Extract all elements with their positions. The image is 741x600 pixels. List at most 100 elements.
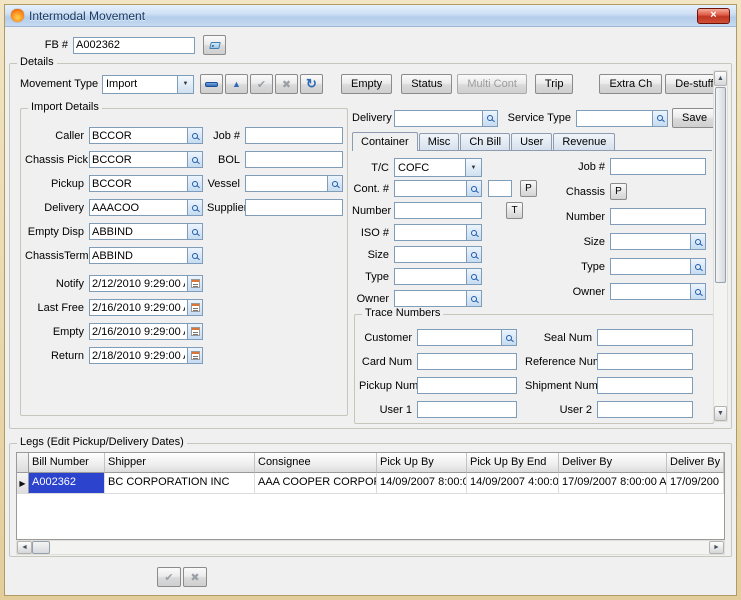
tab-ch-bill[interactable]: Ch Bill — [460, 133, 510, 150]
empty-date-input[interactable] — [90, 324, 187, 339]
vessel-field[interactable] — [245, 175, 343, 192]
chassis-size-input[interactable] — [611, 234, 690, 249]
chassis-pick-field[interactable] — [89, 151, 203, 168]
cont-num-lookup-button[interactable] — [466, 181, 481, 196]
vessel-input[interactable] — [246, 176, 327, 191]
customer-field[interactable] — [417, 329, 517, 346]
owner-field[interactable] — [394, 290, 482, 307]
scroll-thumb[interactable] — [715, 87, 726, 283]
seal-num-input[interactable] — [597, 329, 693, 346]
tab-user[interactable]: User — [511, 133, 552, 150]
cell-pick-up-by-end[interactable]: 14/09/2007 4:00:0 — [467, 473, 559, 494]
pickup-input[interactable] — [90, 176, 187, 191]
pickup-num-input[interactable] — [417, 377, 517, 394]
table-row[interactable]: A002362 BC CORPORATION INC AAA COOPER CO… — [17, 473, 724, 494]
iso-lookup-button[interactable] — [466, 225, 481, 240]
col-deliver-by[interactable]: Deliver By — [559, 453, 667, 473]
tab-misc[interactable]: Misc — [419, 133, 460, 150]
cont-t-button[interactable]: T — [506, 202, 523, 219]
legs-confirm-button[interactable] — [157, 567, 181, 587]
pickup-lookup-button[interactable] — [187, 176, 202, 191]
panel-delivery-field[interactable] — [394, 110, 498, 127]
owner-input[interactable] — [395, 291, 466, 306]
type-lookup-button[interactable] — [466, 269, 481, 284]
type-input[interactable] — [395, 269, 466, 284]
iso-input[interactable] — [395, 225, 466, 240]
scroll-up-button[interactable] — [714, 71, 727, 86]
service-type-input[interactable] — [577, 111, 652, 126]
return-date-button[interactable] — [187, 348, 202, 363]
caller-field[interactable] — [89, 127, 203, 144]
empty-disp-input[interactable] — [90, 224, 187, 239]
col-pick-up-by-end[interactable]: Pick Up By End — [467, 453, 559, 473]
title-bar[interactable]: Intermodal Movement — [5, 5, 736, 27]
chassis-pick-input[interactable] — [90, 152, 187, 167]
chassis-term-lookup-button[interactable] — [187, 248, 202, 263]
reference-num-input[interactable] — [597, 353, 693, 370]
scroll-left-button[interactable] — [17, 541, 32, 554]
tc-select[interactable]: COFC — [394, 158, 482, 177]
chassis-owner-lookup-button[interactable] — [690, 284, 705, 299]
customer-input[interactable] — [418, 330, 501, 345]
chassis-term-input[interactable] — [90, 248, 187, 263]
scroll-right-button[interactable] — [709, 541, 724, 554]
caller-lookup-button[interactable] — [187, 128, 202, 143]
bol-input[interactable] — [245, 151, 343, 168]
chassis-term-field[interactable] — [89, 247, 203, 264]
refresh-button[interactable] — [300, 74, 323, 94]
shipment-num-input[interactable] — [597, 377, 693, 394]
chassis-number-input[interactable] — [610, 208, 706, 225]
empty-disp-field[interactable] — [89, 223, 203, 240]
customer-lookup-button[interactable] — [501, 330, 516, 345]
last-free-field[interactable] — [89, 299, 203, 316]
scroll-thumb[interactable] — [32, 541, 50, 554]
type-field[interactable] — [394, 268, 482, 285]
tab-revenue[interactable]: Revenue — [553, 133, 615, 150]
delivery-field[interactable] — [89, 199, 203, 216]
size-lookup-button[interactable] — [466, 247, 481, 262]
cell-pick-up-by[interactable]: 14/09/2007 8:00:0 — [377, 473, 467, 494]
return-field[interactable] — [89, 347, 203, 364]
cont-check-digit-input[interactable] — [488, 180, 512, 197]
scroll-down-button[interactable] — [714, 406, 727, 421]
details-vertical-scrollbar[interactable] — [713, 70, 728, 422]
cell-shipper[interactable]: BC CORPORATION INC — [105, 473, 255, 494]
fb-input[interactable] — [74, 38, 194, 53]
col-bill-number[interactable]: Bill Number — [29, 453, 105, 473]
empty-disp-lookup-button[interactable] — [187, 224, 202, 239]
col-shipper[interactable]: Shipper — [105, 453, 255, 473]
legs-horizontal-scrollbar[interactable] — [16, 540, 725, 555]
panel-delivery-lookup-button[interactable] — [482, 111, 497, 126]
chevron-down-icon[interactable] — [465, 159, 481, 176]
delivery-input[interactable] — [90, 200, 187, 215]
job-input[interactable] — [245, 127, 343, 144]
col-consignee[interactable]: Consignee — [255, 453, 377, 473]
col-pick-up-by[interactable]: Pick Up By — [377, 453, 467, 473]
fb-field[interactable] — [73, 37, 195, 54]
notify-date-button[interactable] — [187, 276, 202, 291]
movement-type-select[interactable]: Import — [102, 75, 194, 94]
notify-field[interactable] — [89, 275, 203, 292]
tab-container[interactable]: Container — [352, 132, 418, 151]
vessel-lookup-button[interactable] — [327, 176, 342, 191]
chassis-pick-lookup-button[interactable] — [187, 152, 202, 167]
panel-job-input[interactable] — [610, 158, 706, 175]
cell-bill-number[interactable]: A002362 — [29, 473, 105, 494]
service-type-field[interactable] — [576, 110, 668, 127]
chassis-type-field[interactable] — [610, 258, 706, 275]
chassis-size-lookup-button[interactable] — [690, 234, 705, 249]
owner-lookup-button[interactable] — [466, 291, 481, 306]
cell-deliver-by-end[interactable]: 17/09/200 — [667, 473, 724, 494]
notify-input[interactable] — [90, 276, 187, 291]
chassis-size-field[interactable] — [610, 233, 706, 250]
card-num-input[interactable] — [417, 353, 517, 370]
cell-deliver-by[interactable]: 17/09/2007 8:00:00 A — [559, 473, 667, 494]
fb-tag-button[interactable] — [203, 35, 226, 55]
legs-cancel-button[interactable] — [183, 567, 207, 587]
confirm-button[interactable] — [250, 74, 273, 94]
legs-grid[interactable]: Bill Number Shipper Consignee Pick Up By… — [16, 452, 725, 540]
chassis-p-button[interactable]: P — [610, 183, 627, 200]
supplier-input[interactable] — [245, 199, 343, 216]
scroll-track[interactable] — [50, 541, 709, 554]
save-button[interactable]: Save — [672, 108, 717, 128]
